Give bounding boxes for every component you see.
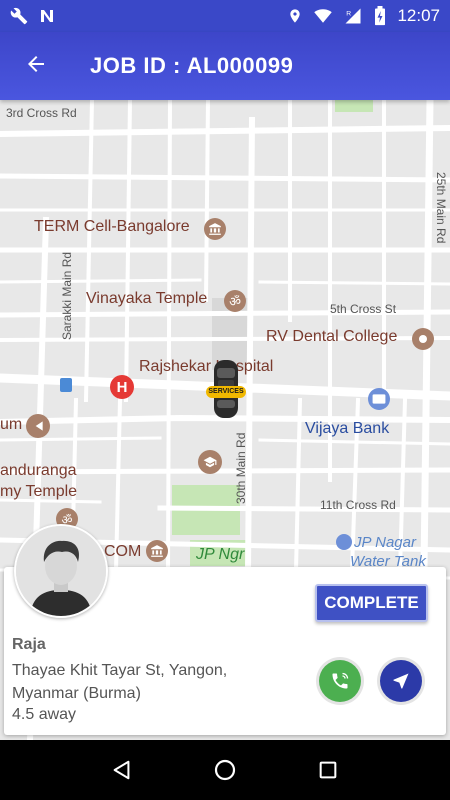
notification-n-icon	[38, 7, 56, 25]
institution-icon	[146, 540, 168, 562]
back-triangle-icon	[113, 760, 130, 780]
poi-label-panduranga-1: anduranga	[0, 462, 77, 479]
vehicle-marker[interactable]: SERVICES	[206, 358, 246, 422]
college-icon	[412, 328, 434, 350]
street-label-25th-main: 25th Main Rd	[434, 172, 448, 244]
temple-om-icon: ॐ	[224, 290, 246, 312]
location-pin-icon	[287, 7, 303, 25]
wifi-icon	[313, 7, 333, 25]
avatar	[14, 524, 108, 618]
poi-label-vinayaka: Vinayaka Temple	[86, 290, 208, 307]
street-label-sarakki: Sarakki Main Rd	[60, 251, 74, 340]
vehicle-services-badge: SERVICES	[206, 386, 246, 398]
poi-label-rv-dental: RV Dental College	[266, 328, 398, 345]
poi-label-jp-ngr: JP Ngr	[196, 546, 245, 563]
system-nav-bar	[0, 740, 450, 800]
navigate-button[interactable]	[380, 660, 422, 702]
poi-label-term-cell: TERM Cell-Bangalore	[34, 218, 190, 235]
status-bar: R 12:07	[0, 0, 450, 32]
arrow-back-icon	[24, 52, 48, 80]
phone-icon	[332, 672, 349, 689]
street-label-5th-cross: 5th Cross St	[330, 302, 397, 316]
institution-icon	[204, 218, 226, 240]
poi-label-vijaya-bank: Vijaya Bank	[305, 420, 390, 437]
user-avatar-icon	[16, 526, 106, 616]
poi-label-com: COM	[104, 543, 142, 560]
school-icon	[198, 450, 222, 474]
svg-text:R: R	[347, 10, 352, 17]
system-recents-button[interactable]	[313, 755, 343, 785]
water-icon	[336, 534, 352, 550]
poi-label-jp-nagar-1: JP Nagar	[354, 534, 416, 551]
poi-label-museum: um	[0, 416, 23, 433]
back-button[interactable]	[6, 32, 66, 100]
home-circle-icon	[214, 759, 236, 781]
navigation-arrow-icon	[393, 673, 409, 689]
complete-button[interactable]: COMPLETE	[315, 584, 428, 622]
signal-roaming-icon: R	[343, 7, 363, 25]
street-label-3rd-cross: 3rd Cross Rd	[6, 106, 77, 120]
call-button[interactable]	[319, 660, 361, 702]
bus-stop-icon	[60, 378, 72, 392]
distance-text: 4.5 away	[12, 706, 77, 723]
recents-square-icon	[319, 761, 337, 779]
customer-name: Raja	[12, 636, 46, 653]
clock: 12:07	[397, 6, 440, 25]
poi-label-panduranga-2: my Temple	[0, 483, 78, 500]
system-home-button[interactable]	[210, 755, 240, 785]
museum-arrow-icon	[26, 414, 50, 438]
system-back-button[interactable]	[107, 755, 137, 785]
street-label-11th-cross: 11th Cross Rd	[320, 498, 396, 512]
customer-address: Thayae Khit Tayar St, Yangon, Myanmar (B…	[12, 662, 228, 702]
battery-charging-icon	[373, 6, 387, 26]
wrench-icon	[10, 7, 28, 25]
hospital-icon: H	[110, 375, 134, 399]
app-bar: JOB ID : AL000099	[0, 32, 450, 100]
street-label-30th-main: 30th Main Rd	[234, 432, 248, 504]
bank-atm-icon	[368, 388, 390, 410]
page-title: JOB ID : AL000099	[90, 53, 294, 78]
